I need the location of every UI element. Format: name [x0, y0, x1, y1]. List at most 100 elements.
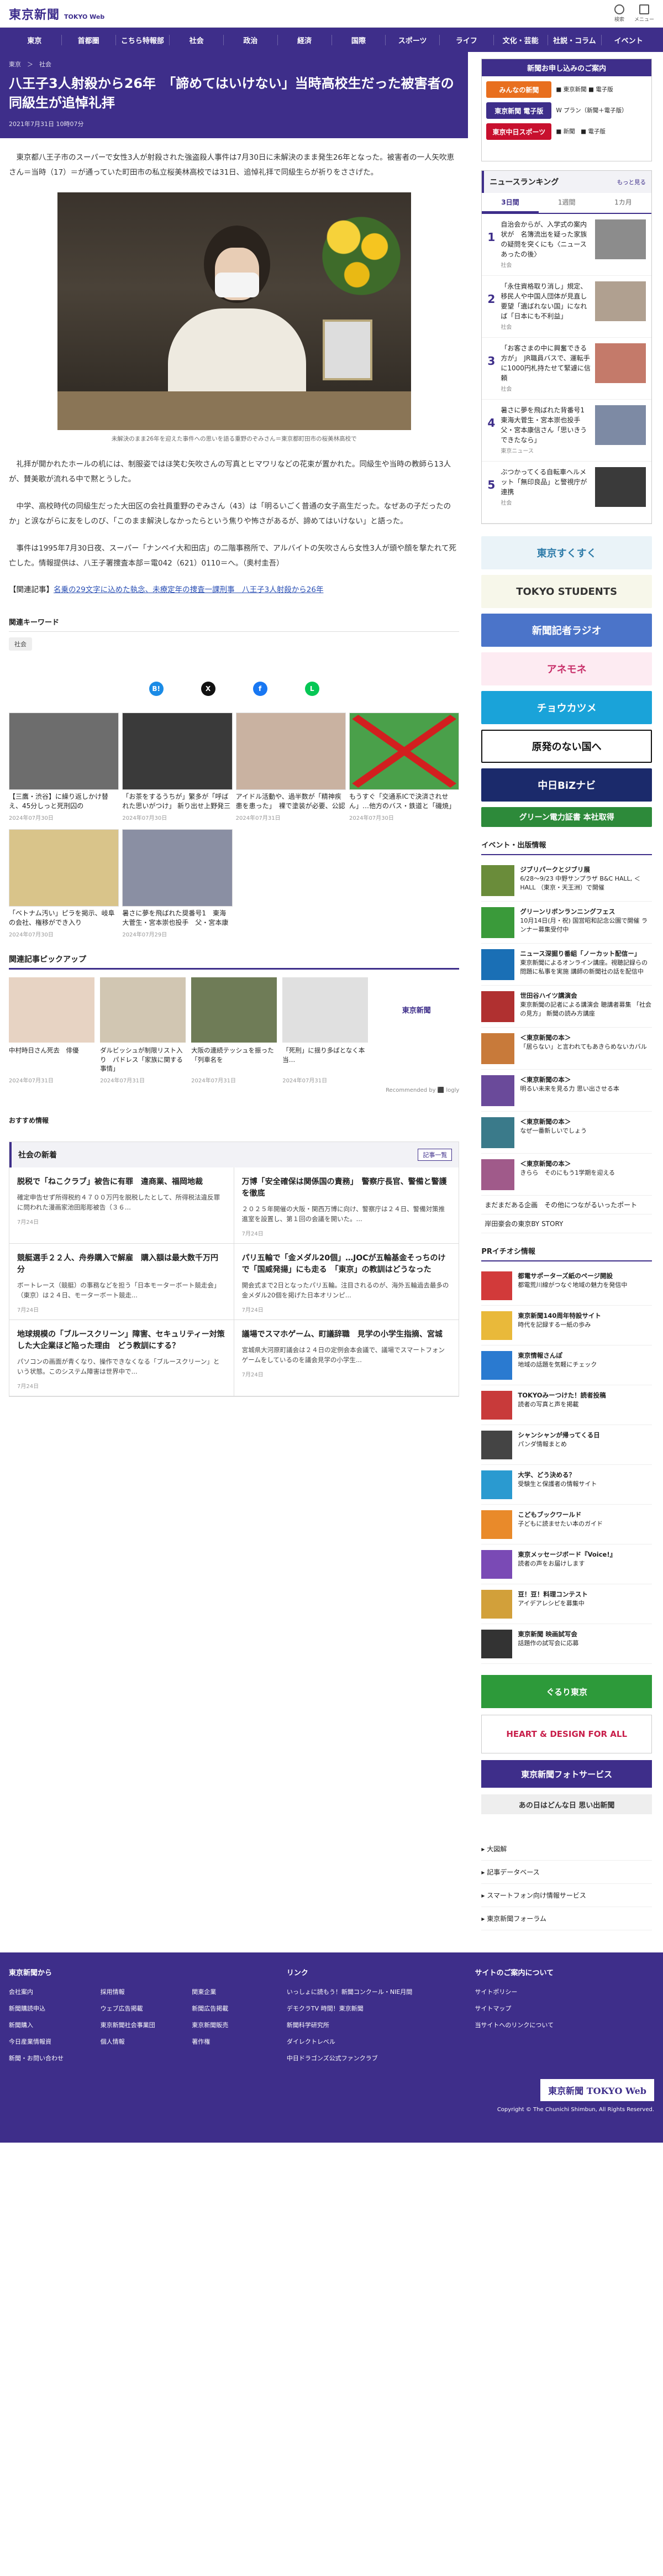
recommend-credit[interactable]: Recommended by ⬛ logly — [9, 1087, 459, 1093]
news-item[interactable]: 競艇選手２２人、舟券購入で解雇 購入額は最大数千万円分 ボートレース（競艇）の事務… — [9, 1243, 234, 1320]
ranking-item[interactable]: 1 自治会からが、入学式の案内状が 名簿流出を疑った家族の疑問を突くにも〈ニュース… — [482, 214, 651, 276]
search-button[interactable]: 検索 — [614, 4, 624, 23]
footer-link[interactable]: 採用情報 — [101, 1987, 187, 1996]
nav-item[interactable]: 経済 — [278, 34, 332, 45]
nav-item[interactable]: イベント — [602, 35, 655, 45]
pickup-card[interactable]: 東京新聞 — [373, 977, 460, 1084]
line-share-button[interactable]: L — [304, 681, 319, 696]
footer-link[interactable]: 著作権 — [192, 2037, 278, 2046]
pickup-card[interactable]: 「死刑」に揺り多ばとなく本当… 2024年07月31日 — [282, 977, 369, 1084]
footer-link[interactable]: 東京新聞販売 — [192, 2020, 278, 2029]
nav-item[interactable]: 社会 — [170, 34, 224, 45]
footer-link[interactable]: 会社案内 — [9, 1987, 95, 1996]
nav-item[interactable]: こちら特報部 — [116, 34, 170, 45]
pickup-card[interactable]: ダルビッシュが制限リスト入り パドレス「家族に関する事情」 2024年07月31日 — [100, 977, 186, 1084]
x-share-button[interactable]: X — [201, 681, 215, 696]
event-item[interactable]: ニュース深掘り番組「ノーカット配信ー」 東京新聞によるオンライン講座。視聴記録らの… — [481, 944, 652, 986]
pr-item[interactable]: 豆！豆！料理コンテスト アイデアレシピを募集中 — [481, 1584, 652, 1624]
pickup-card[interactable]: 中村時日さん死去 俳優 2024年07月31日 — [9, 977, 95, 1084]
tab-3days[interactable]: 3日間 — [482, 193, 539, 213]
footer-link[interactable]: いっしょに読もう！新聞コンクール・NIE月間 — [287, 1987, 466, 1996]
subscribe-row[interactable]: 東京新聞 電子版 W プラン（新聞＋電子版） — [486, 102, 647, 119]
event-item[interactable]: ＜東京新聞の本＞ なぜ一番新しいでしょう — [481, 1112, 652, 1154]
ranking-more-link[interactable]: もっと見る — [617, 178, 646, 186]
news-item[interactable]: 脱税で「ねこクラブ」被告に有罪 違商業、福岡地裁 確定申告せず所得税約４７００万円… — [9, 1167, 234, 1244]
banner-green-power[interactable]: グリーン電力証書 本社取得 — [481, 807, 652, 827]
banner-gururi-tokyo[interactable]: ぐるり東京 — [481, 1675, 652, 1708]
footer-link[interactable]: 今日産業情報資 — [9, 2037, 95, 2046]
footer-link[interactable]: サイトマップ — [475, 2004, 654, 2013]
facebook-share-button[interactable]: f — [252, 681, 267, 696]
menu-button[interactable]: メニュー — [634, 4, 654, 23]
pr-item[interactable]: 東京メッセージボード『Voice!』 読者の声をお届けします — [481, 1544, 652, 1584]
footer-link[interactable]: デモクラTV 時間！東京新聞 — [287, 2004, 466, 2013]
footer-link[interactable]: 個人情報 — [101, 2037, 187, 2046]
nav-item[interactable]: 国際 — [332, 34, 386, 45]
hatena-share-button[interactable]: B! — [149, 681, 164, 696]
pr-item[interactable]: 東京新聞140周年特設サイト 時代を記録する一紙の歩み — [481, 1306, 652, 1345]
related-article-link[interactable]: 名乗の29文字に込めた執念、未療定年の捜査一課刑事 八王子3人射殺から26年 — [54, 585, 323, 594]
more-link[interactable]: まだまだある企画 その他につながるいったポート — [481, 1196, 652, 1214]
banner-memory-paper[interactable]: あの日はどんな日 思い出新聞 — [481, 1794, 652, 1814]
subscribe-row[interactable]: 東京中日スポーツ ■ 新聞 ■ 電子版 — [486, 123, 647, 140]
event-item[interactable]: グリーンリボンランニングフェス 10月14日(月・祝) 国営昭和記念公園で開催 ラ… — [481, 902, 652, 944]
banner-heart-design[interactable]: HEART & DESIGN FOR ALL — [481, 1715, 652, 1753]
sidebar-accordion-item[interactable]: ▸ 記事データベース — [481, 1861, 652, 1884]
ranking-item[interactable]: 2 「永住資格取り消し」規定、移民人や中国人団体が見直し要望「遺ばれない国」になれ… — [482, 276, 651, 338]
banner-reporter-radio[interactable]: 新聞記者ラジオ — [481, 614, 652, 647]
news-item[interactable]: 万博「安全確保は関係国の責務」 警察庁長官、警備と警護を徹底 ２０２５年開催の大阪… — [234, 1167, 459, 1244]
event-item[interactable]: 世田谷ハイツ講演会 東京新聞の記者による講演会 聴講者募集 「社会の見方」 新聞の… — [481, 986, 652, 1028]
banner-bizinavi[interactable]: 中日BiZナビ — [481, 768, 652, 802]
footer-link[interactable]: ウェブ広告掲載 — [101, 2004, 187, 2013]
footer-link[interactable]: 当サイトへのリンクについて — [475, 2020, 654, 2029]
footer-link[interactable]: 新聞広告掲載 — [192, 2004, 278, 2013]
ranking-item[interactable]: 4 暑さに夢を飛ばれた背番号1 東海大菅生・宮本崇也投手 父・宮本康信さん「思いき… — [482, 400, 651, 462]
site-logo[interactable]: 東京新聞 TOKYO Web — [9, 5, 104, 23]
footer-link[interactable]: 関東企業 — [192, 1987, 278, 1996]
more-link[interactable]: 岸田豪会の東京BY STORY — [481, 1214, 652, 1233]
social-news-more-button[interactable]: 記事一覧 — [418, 1148, 452, 1161]
nav-item[interactable]: 首都圏 — [62, 34, 116, 45]
banner-tokyo-students[interactable]: TOKYO STUDENTS — [481, 575, 652, 608]
pr-item[interactable]: 東京情報さんぽ 地域の話題を気軽にチェック — [481, 1345, 652, 1385]
ranking-item[interactable]: 5 ぶつかってくる自転車ヘルメット「無印良品」と警視庁が連携 社会 — [482, 462, 651, 523]
banner-chokatsu[interactable]: チョウカツメ — [481, 691, 652, 724]
keyword-tag[interactable]: 社会 — [9, 637, 32, 651]
related-card[interactable]: 「ベトナム汚い」ピラを掲示、岐阜の会社、権移ができ入り 2024年07月30日 — [9, 829, 119, 938]
banner-tokyo-sukusuku[interactable]: 東京すくすく — [481, 536, 652, 569]
event-item[interactable]: ＜東京新聞の本＞ 明るい未来を見る力 思い出させる本 — [481, 1070, 652, 1112]
footer-link[interactable]: 中日ドラゴンズ公式ファンクラブ — [287, 2054, 466, 2062]
related-card[interactable]: 【三鷹・渋谷】に繰り返しかけ替え、45分しっと死刑囚の 2024年07月30日 — [9, 712, 119, 821]
sidebar-accordion-item[interactable]: ▸ スマートフォン向け情報サービス — [481, 1884, 652, 1907]
ranking-item[interactable]: 3 「お客さまの中に興奮できる方が」 JR職員バスで、運転手に1000円札持たせて… — [482, 338, 651, 400]
pickup-card[interactable]: 大阪の連続テッシュを振った「列車名を 2024年07月31日 — [191, 977, 277, 1084]
nav-item[interactable]: 社説・コラム — [548, 34, 602, 45]
event-item[interactable]: ジブリパークとジブリ展 6/28〜9/23 中野サンプラザ B&C HALL, ＜… — [481, 860, 652, 902]
sidebar-accordion-item[interactable]: ▸ 東京新聞フォーラム — [481, 1907, 652, 1930]
pr-item[interactable]: TOKYOみーつけた！読者投稿 読者の写真と声を掲載 — [481, 1385, 652, 1425]
related-card[interactable]: 暑さに夢を飛ばれた奨番号1 東海大菅生・宮本崇也投手 父・宮本康信さん「悪いきう… — [122, 829, 233, 938]
footer-link[interactable]: 新聞購入 — [9, 2020, 95, 2029]
banner-anemone[interactable]: アネモネ — [481, 652, 652, 685]
news-item[interactable]: パリ五輪で「金メダル20個」…JOCが五輪基金そっちのけで「国威発揚」にも走る … — [234, 1244, 459, 1320]
event-item[interactable]: ＜東京新聞の本＞ 「居らない」と言われてもあきらめないカバル — [481, 1028, 652, 1070]
sidebar-accordion-item[interactable]: ▸ 大図解 — [481, 1837, 652, 1861]
banner-photo-service[interactable]: 東京新聞フォトサービス — [481, 1760, 652, 1788]
footer-link[interactable]: 新聞・お問い合わせ — [9, 2054, 95, 2062]
nav-item[interactable]: 政治 — [224, 34, 278, 45]
footer-link[interactable]: サイトポリシー — [475, 1987, 654, 1996]
pr-item[interactable]: こどもブックワールド 子どもに読ませたい本のガイド — [481, 1505, 652, 1544]
nav-item[interactable]: 東京 — [8, 34, 62, 45]
tab-1month[interactable]: 1カ月 — [595, 193, 651, 213]
event-item[interactable]: ＜東京新聞の本＞ きらら そのにもう1学期を迎える — [481, 1154, 652, 1196]
news-item[interactable]: 地球規模の「ブルースクリーン」障害、セキュリティー対策した大企業ほど陥った理由 … — [9, 1320, 234, 1396]
footer-link[interactable]: 新聞科学研究所 — [287, 2020, 466, 2029]
pr-item[interactable]: 東京新聞 映画試写会 話題作の試写会に応募 — [481, 1624, 652, 1664]
tab-1week[interactable]: 1週間 — [539, 193, 595, 213]
footer-link[interactable]: 新聞購読申込 — [9, 2004, 95, 2013]
banner-no-nuclear[interactable]: 原発のない国へ — [481, 730, 652, 763]
related-card[interactable]: アイドル活動や、過半数が「精神疾患を患った」 裸で塗装が必要、公認ではある…10… — [235, 712, 346, 821]
footer-logo[interactable]: 東京新聞 TOKYO Web — [540, 2079, 654, 2101]
pr-item[interactable]: 大学、どう決める？ 受験生と保護者の情報サイト — [481, 1465, 652, 1505]
pr-item[interactable]: 都電サポーターズ紙のページ開設 都電荒川線がつなぐ地域の魅力を発信中 — [481, 1266, 652, 1306]
